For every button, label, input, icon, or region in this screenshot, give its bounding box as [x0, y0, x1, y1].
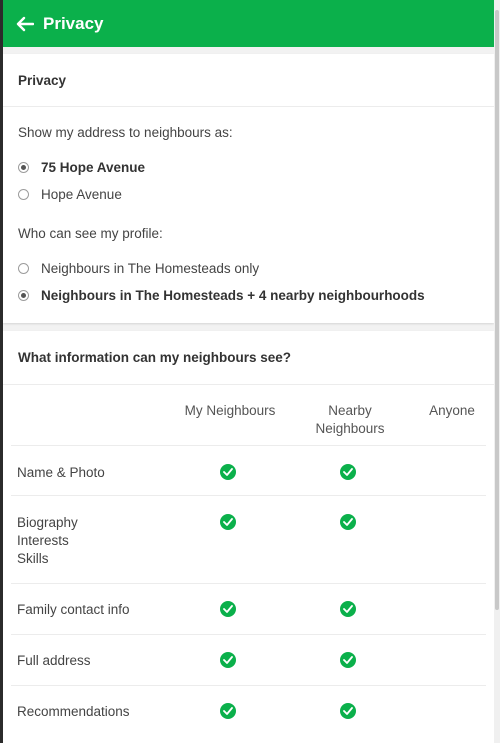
address-option-full[interactable]: 75 Hope Avenue: [18, 154, 479, 181]
privacy-card: Privacy Show my address to neighbours as…: [3, 54, 494, 323]
check-icon: [340, 464, 356, 480]
radio-button-selected[interactable]: [18, 162, 29, 173]
visibility-card-heading: What information can my neighbours see?: [3, 331, 494, 385]
table-row: Biography Interests Skills: [11, 496, 486, 584]
row-label: Biography: [17, 515, 78, 530]
check-icon: [340, 703, 356, 719]
column-nearby-line2: Neighbours: [315, 421, 385, 436]
radio-button[interactable]: [18, 263, 29, 274]
row-label: Interests: [17, 533, 69, 548]
table-row: Full address: [11, 635, 486, 686]
check-icon: [220, 514, 236, 530]
table-row: Family contact info: [11, 584, 486, 635]
row-label: Skills: [17, 551, 49, 566]
profile-option-label: Neighbours in The Homesteads only: [41, 261, 260, 276]
app-frame: Privacy Privacy Show my address to neigh…: [3, 0, 494, 743]
table-row: Name & Photo: [11, 446, 486, 496]
privacy-card-heading: Privacy: [3, 54, 494, 107]
table-row: Recommendations: [11, 686, 486, 736]
row-label: Name & Photo: [17, 465, 105, 480]
visibility-table: My Neighbours Nearby Neighbours Anyone N…: [3, 385, 494, 736]
scrollbar-thumb[interactable]: [495, 10, 499, 610]
check-icon: [220, 703, 236, 719]
row-label: Family contact info: [17, 602, 130, 617]
check-icon: [340, 514, 356, 530]
profile-option-homesteads[interactable]: Neighbours in The Homesteads only: [18, 255, 479, 282]
check-icon: [220, 601, 236, 617]
row-label: Recommendations: [17, 704, 130, 719]
check-icon: [340, 652, 356, 668]
check-icon: [340, 601, 356, 617]
address-question: Show my address to neighbours as:: [18, 125, 233, 140]
scrollbar[interactable]: [494, 0, 500, 743]
column-anyone: Anyone: [429, 403, 475, 418]
radio-button-selected[interactable]: [18, 290, 29, 301]
column-my-neighbours: My Neighbours: [184, 403, 276, 418]
radio-button[interactable]: [18, 189, 29, 200]
row-label: Full address: [17, 653, 91, 668]
address-option-street[interactable]: Hope Avenue: [18, 181, 479, 208]
profile-question: Who can see my profile:: [18, 226, 163, 241]
back-button[interactable]: [13, 12, 37, 36]
table-header: My Neighbours Nearby Neighbours Anyone: [11, 385, 486, 446]
visibility-card: What information can my neighbours see? …: [3, 331, 494, 743]
address-option-label: 75 Hope Avenue: [41, 160, 146, 175]
arrow-left-icon: [16, 16, 34, 31]
check-icon: [220, 464, 236, 480]
profile-option-nearby[interactable]: Neighbours in The Homesteads + 4 nearby …: [18, 282, 479, 309]
app-bar: Privacy: [3, 0, 494, 47]
check-icon: [220, 652, 236, 668]
address-option-label: Hope Avenue: [41, 187, 122, 202]
column-nearby-neighbours: Nearby Neighbours: [295, 402, 405, 438]
page-title: Privacy: [43, 13, 104, 33]
column-nearby-line1: Nearby: [328, 403, 372, 418]
profile-option-label: Neighbours in The Homesteads + 4 nearby …: [41, 288, 425, 303]
